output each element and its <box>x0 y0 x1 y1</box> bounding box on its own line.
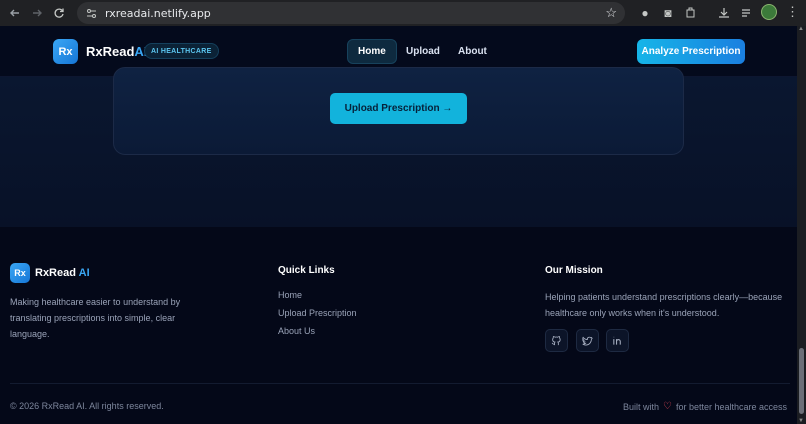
quick-links-heading: Quick Links <box>278 265 335 276</box>
profile-avatar[interactable] <box>761 4 777 20</box>
footer-link-home[interactable]: Home <box>278 290 302 300</box>
url-text: rxreadai.netlify.app <box>105 6 211 20</box>
arrow-right-icon <box>33 9 42 17</box>
camera-icon[interactable]: ◙ <box>659 4 677 22</box>
mission-heading: Our Mission <box>545 265 603 276</box>
github-icon <box>551 336 561 346</box>
page-scrollbar[interactable]: ▲ ▼ <box>797 26 806 424</box>
forward-button[interactable] <box>26 2 48 24</box>
scroll-down-arrow-icon[interactable]: ▼ <box>798 418 804 424</box>
footer-description: Making healthcare easier to understand b… <box>10 297 181 339</box>
footer-logo-badge[interactable]: Rx <box>10 263 30 283</box>
reload-button[interactable] <box>48 2 70 24</box>
upload-prescription-button[interactable]: Upload Prescription → <box>330 93 467 124</box>
built-with-text: Built with ♡ for better healthcare acces… <box>623 401 787 412</box>
extension-globe-icon[interactable]: ● <box>636 4 654 22</box>
footer-link-upload[interactable]: Upload Prescription <box>278 308 357 318</box>
arrow-left-icon <box>10 9 19 17</box>
nav-home[interactable]: Home <box>347 39 397 64</box>
footer-divider <box>10 383 790 384</box>
heart-icon: ♡ <box>662 401 672 412</box>
address-bar[interactable]: rxreadai.netlify.app ☆ <box>77 2 625 24</box>
analyze-prescription-button[interactable]: Analyze Prescription <box>637 39 745 64</box>
brand-main: RxRead <box>86 44 135 59</box>
nav-upload[interactable]: Upload <box>396 39 450 64</box>
logo-badge[interactable]: Rx <box>53 39 78 64</box>
scroll-up-arrow-icon[interactable]: ▲ <box>798 26 804 32</box>
bookmark-star-icon[interactable]: ☆ <box>605 5 617 21</box>
twitter-button[interactable] <box>576 329 599 352</box>
built-with-prefix: Built with <box>622 401 659 412</box>
download-icon[interactable] <box>715 4 733 22</box>
scrollbar-thumb[interactable] <box>799 348 804 414</box>
twitter-icon <box>582 336 593 346</box>
extensions-puzzle-icon[interactable] <box>682 4 700 22</box>
footer-brand-ai: AI <box>78 267 90 279</box>
copyright-text: © 2026 RxRead AI. All rights reserved. <box>10 401 164 411</box>
github-button[interactable] <box>545 329 568 352</box>
mission-text: Helping patients understand prescription… <box>545 292 783 318</box>
reload-icon <box>54 8 64 18</box>
nav-about[interactable]: About <box>448 39 497 64</box>
footer-brand-main: RxRead <box>35 267 76 279</box>
linkedin-button[interactable] <box>606 329 629 352</box>
back-button[interactable] <box>4 2 26 24</box>
built-with-suffix: for better healthcare access <box>675 401 787 412</box>
site-info-icon[interactable] <box>83 5 99 21</box>
footer-brand-name: RxRead AI <box>35 267 90 279</box>
brand-name[interactable]: RxReadAI <box>86 44 147 59</box>
browser-menu-icon[interactable]: ⋮ <box>786 4 799 20</box>
ai-healthcare-badge: AI HEALTHCARE <box>144 43 219 59</box>
browser-toolbar: rxreadai.netlify.app ☆ ● ◙ ⋮ <box>0 0 806 26</box>
site-footer: Rx RxRead AI Making healthcare easier to… <box>0 227 797 424</box>
footer-link-about[interactable]: About Us <box>278 326 315 336</box>
reading-list-icon[interactable] <box>738 4 756 22</box>
linkedin-icon <box>613 336 621 345</box>
